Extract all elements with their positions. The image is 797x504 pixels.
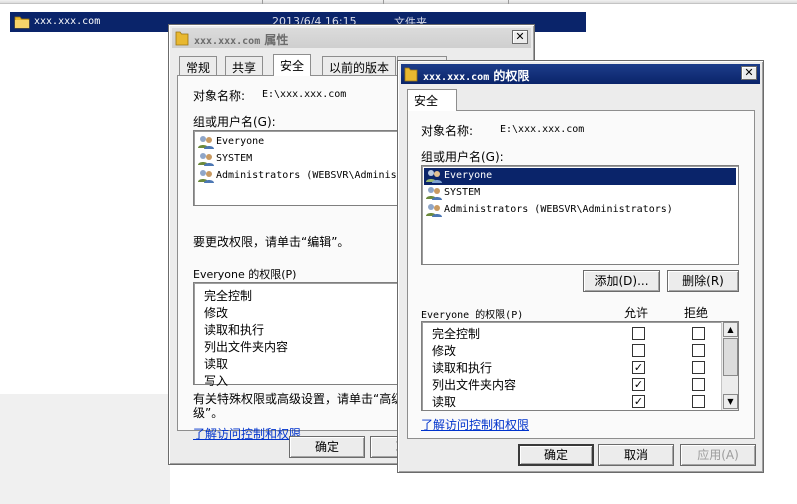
- user-name: SYSTEM: [216, 153, 253, 164]
- properties-title: xxx.xxx.com 属性: [194, 31, 288, 48]
- permissions-scrollbar[interactable]: ▲ ▼: [721, 322, 738, 410]
- allow-checkbox[interactable]: ✓: [632, 361, 645, 374]
- deny-checkbox[interactable]: [692, 378, 705, 391]
- ok-button[interactable]: 确定: [289, 436, 365, 458]
- permissions-dialog: xxx.xxx.com 的权限 ✕ 安全 对象名称: E:\xxx.xxx.co…: [397, 60, 764, 473]
- permission-row: 完全控制: [422, 325, 720, 342]
- folder-icon: [175, 30, 189, 49]
- allow-header: 允许: [624, 306, 649, 320]
- ok-button[interactable]: 确定: [518, 444, 594, 466]
- remove-button[interactable]: 删除(R): [667, 270, 739, 292]
- close-icon[interactable]: ✕: [741, 66, 757, 80]
- explorer-column-header: [0, 0, 797, 4]
- folder-icon: [14, 14, 30, 33]
- user-list[interactable]: Everyone SYSTEM Administrators (WEBSVR\A…: [421, 165, 739, 265]
- perm-security-panel: 对象名称: E:\xxx.xxx.com 组或用户名(G): Everyone …: [407, 110, 755, 439]
- explorer-file-area: [0, 34, 170, 394]
- permission-row: 读取和执行 ✓: [422, 359, 720, 376]
- object-name-label: 对象名称:: [421, 124, 474, 138]
- group-users-label: 组或用户名(G):: [421, 150, 504, 164]
- allow-checkbox[interactable]: ✓: [632, 395, 645, 408]
- explorer-row-name: xxx.xxx.com: [34, 16, 101, 27]
- scroll-thumb[interactable]: [723, 338, 738, 376]
- special-permissions-hint-wrap: 级”。: [193, 406, 224, 420]
- tab-sharing[interactable]: 共享: [225, 56, 264, 76]
- permission-row: 修改: [422, 342, 720, 359]
- permission-name: 读取: [432, 395, 457, 409]
- user-name: Everyone: [216, 136, 265, 147]
- column-separator[interactable]: [383, 0, 384, 4]
- user-item-administrators[interactable]: Administrators (WEBSVR\Administrators): [424, 202, 673, 219]
- object-name-value: E:\xxx.xxx.com: [262, 89, 347, 100]
- scroll-down-icon[interactable]: ▼: [723, 394, 738, 409]
- permission-name: 修改: [432, 344, 457, 358]
- deny-checkbox[interactable]: [692, 344, 705, 357]
- user-item-everyone[interactable]: Everyone: [196, 134, 264, 151]
- allow-checkbox[interactable]: ✓: [632, 378, 645, 391]
- edit-hint: 要更改权限，请单击“编辑”。: [193, 235, 350, 249]
- permissions-label: Everyone 的权限(P): [421, 310, 524, 321]
- close-icon[interactable]: ✕: [512, 30, 528, 44]
- user-item-system[interactable]: SYSTEM: [424, 185, 480, 202]
- tab-previous-versions[interactable]: 以前的版本: [322, 56, 397, 76]
- permission-name: 列出文件夹内容: [432, 378, 517, 392]
- deny-checkbox[interactable]: [692, 395, 705, 408]
- scroll-up-icon[interactable]: ▲: [723, 322, 738, 337]
- permission-modify: 修改: [204, 306, 229, 320]
- group-users-label: 组或用户名(G):: [193, 115, 276, 129]
- permissions-title-suffix: 的权限: [493, 69, 530, 83]
- properties-titlebar[interactable]: xxx.xxx.com 属性 ✕: [172, 28, 531, 48]
- folder-icon: [404, 66, 418, 85]
- allow-checkbox[interactable]: [632, 344, 645, 357]
- users-icon: [197, 168, 215, 190]
- allow-checkbox[interactable]: [632, 327, 645, 340]
- permission-read-execute: 读取和执行: [204, 323, 265, 337]
- permission-row: 列出文件夹内容 ✓: [422, 376, 720, 393]
- permissions-titlebar[interactable]: xxx.xxx.com 的权限 ✕: [401, 64, 760, 84]
- permissions-title-name: xxx.xxx.com: [423, 72, 490, 83]
- permission-read: 读取: [204, 357, 229, 371]
- learn-access-control-link[interactable]: 了解访问控制和权限: [193, 425, 301, 442]
- permission-name: 完全控制: [432, 327, 481, 341]
- user-name: Administrators (WEBSVR\Administrators): [444, 204, 673, 215]
- tab-security[interactable]: 安全: [273, 54, 312, 76]
- user-name: SYSTEM: [444, 187, 481, 198]
- properties-title-suffix: 属性: [264, 33, 289, 47]
- deny-checkbox[interactable]: [692, 361, 705, 374]
- add-button[interactable]: 添加(D)...: [583, 270, 660, 292]
- column-separator[interactable]: [262, 0, 263, 4]
- learn-access-control-link[interactable]: 了解访问控制和权限: [421, 416, 529, 433]
- users-icon: [425, 202, 443, 224]
- permissions-label: Everyone 的权限(P): [193, 268, 297, 281]
- permissions-title: xxx.xxx.com 的权限: [423, 67, 529, 84]
- deny-checkbox[interactable]: [692, 327, 705, 340]
- cancel-button[interactable]: 取消: [598, 444, 674, 466]
- tab-general[interactable]: 常规: [179, 56, 218, 76]
- properties-title-name: xxx.xxx.com: [194, 36, 261, 47]
- permission-name: 读取和执行: [432, 361, 493, 375]
- user-name: Everyone: [444, 170, 493, 181]
- permissions-table[interactable]: 完全控制修改读取和执行 ✓ 列出文件夹内容 ✓ 读取 ✓ ▲ ▼: [421, 321, 739, 411]
- permission-full-control: 完全控制: [204, 289, 253, 303]
- tab-security[interactable]: 安全: [407, 89, 457, 111]
- apply-button[interactable]: 应用(A): [680, 444, 756, 466]
- explorer-empty-area: [0, 394, 170, 504]
- permission-list-folder: 列出文件夹内容: [204, 340, 289, 354]
- deny-header: 拒绝: [684, 306, 709, 320]
- user-item-everyone[interactable]: Everyone: [424, 168, 736, 185]
- user-item-system[interactable]: SYSTEM: [196, 151, 252, 168]
- object-name-label: 对象名称:: [193, 89, 246, 103]
- permission-write: 写入: [204, 374, 229, 388]
- special-permissions-hint: 有关特殊权限或高级设置，请单击“高级”。: [193, 392, 422, 406]
- permission-row: 读取 ✓: [422, 393, 720, 410]
- object-name-value: E:\xxx.xxx.com: [500, 124, 585, 135]
- column-separator[interactable]: [508, 0, 509, 4]
